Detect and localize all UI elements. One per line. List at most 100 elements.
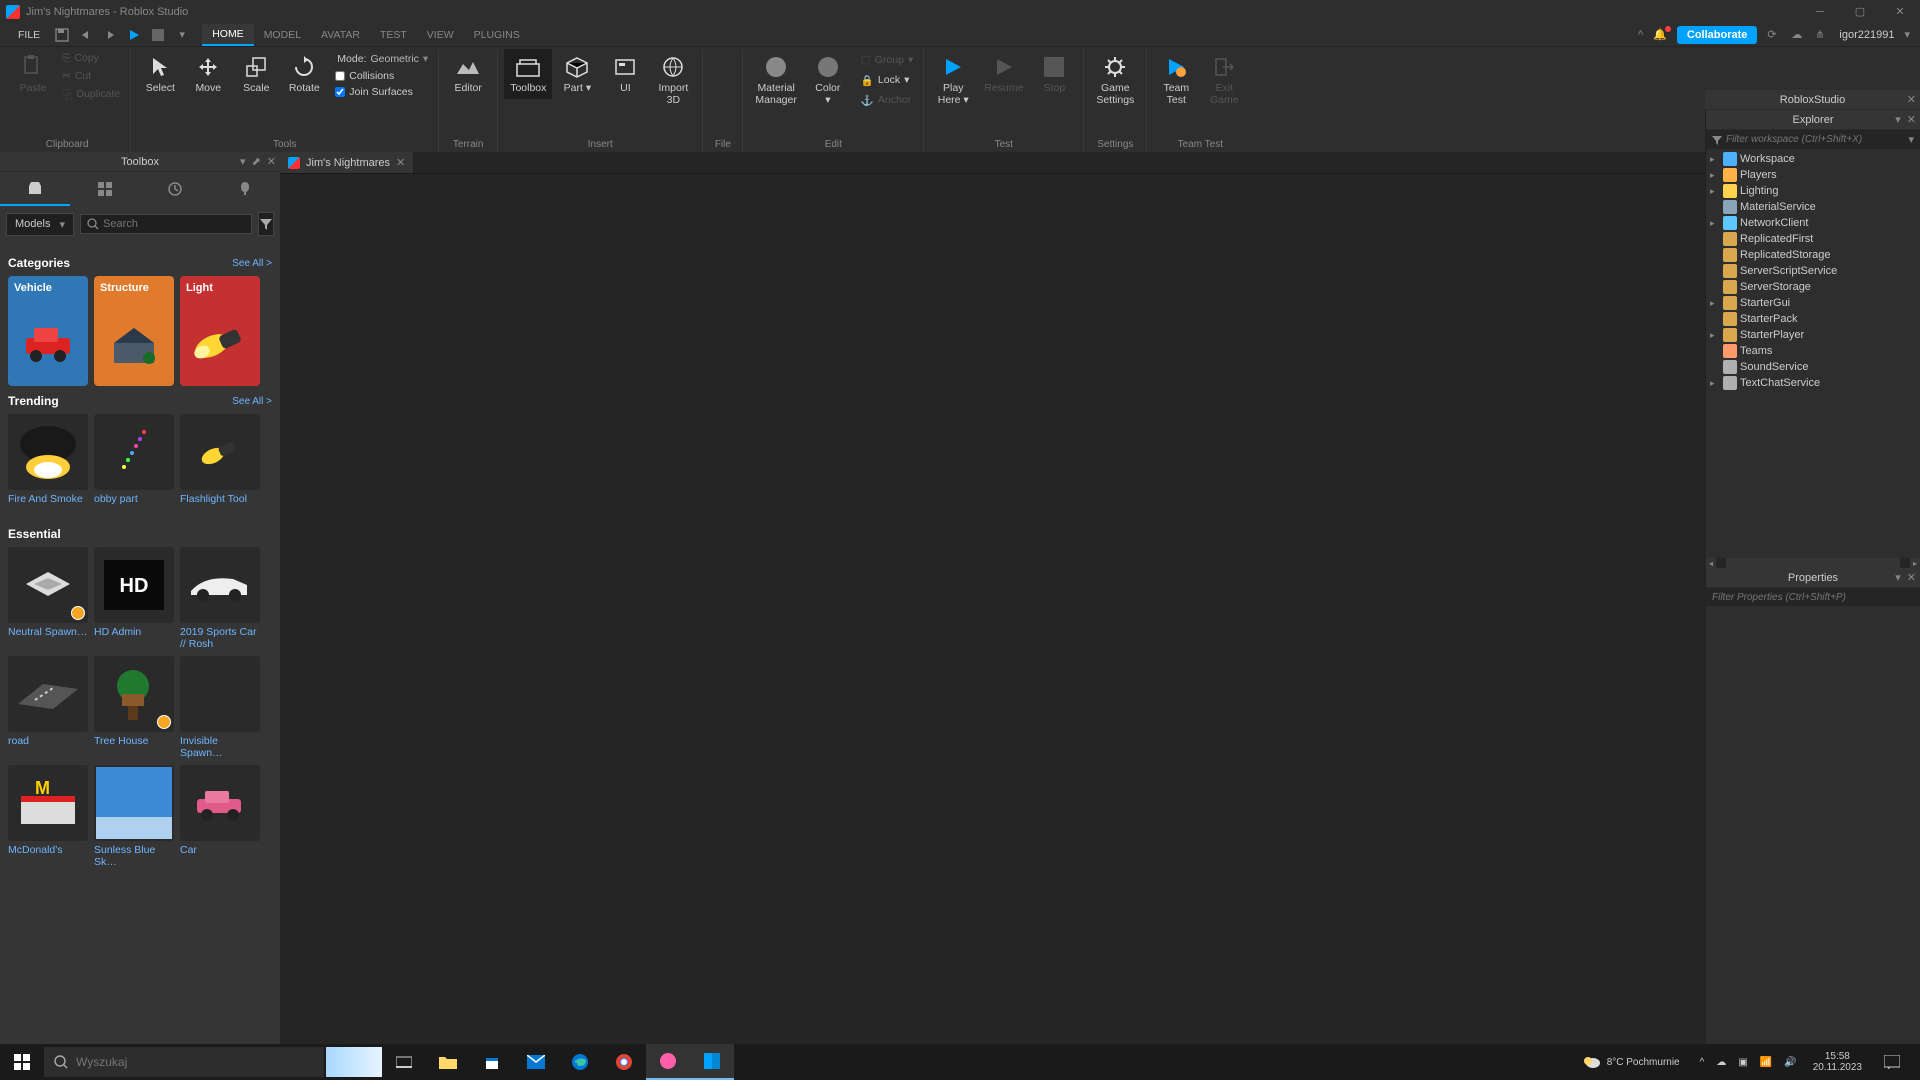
qat-redo-button[interactable]: [102, 27, 118, 43]
stop-button[interactable]: Stop: [1031, 49, 1077, 99]
explorer-tree[interactable]: ▸Workspace▸Players▸LightingMaterialServi…: [1706, 149, 1920, 558]
ribbon-collapse-icon[interactable]: ^: [1638, 29, 1643, 41]
doc-close-icon[interactable]: ✕: [396, 156, 405, 169]
username-label[interactable]: igor221991: [1839, 29, 1894, 41]
color-button[interactable]: Color▾: [805, 49, 851, 110]
asset-card[interactable]: road: [8, 656, 88, 759]
toolbox-tab-inventory[interactable]: [70, 172, 140, 206]
team-test-button[interactable]: Team Test: [1153, 49, 1199, 110]
panel-dropdown-icon[interactable]: ▾: [1895, 571, 1901, 584]
panel-dropdown-icon[interactable]: ▾: [1895, 113, 1901, 126]
filter-dropdown-icon[interactable]: ▾: [1908, 133, 1914, 146]
resume-button[interactable]: Resume: [978, 49, 1029, 99]
taskbar-roblox-studio[interactable]: [690, 1044, 734, 1080]
exit-game-button[interactable]: Exit Game: [1201, 49, 1247, 110]
asset-card[interactable]: Fire And Smoke: [8, 414, 88, 505]
document-tab[interactable]: Jim's Nightmares ✕: [280, 152, 414, 173]
join-surfaces-checkbox[interactable]: Join Surfaces: [333, 85, 432, 99]
toolbox-search-input[interactable]: [103, 218, 245, 230]
qat-stop-button[interactable]: [150, 27, 166, 43]
user-dropdown-icon[interactable]: ▾: [1904, 28, 1910, 41]
asset-card[interactable]: Flashlight Tool: [180, 414, 260, 505]
trending-seeall[interactable]: See All >: [232, 396, 272, 407]
taskbar-search[interactable]: [44, 1047, 324, 1077]
tree-node[interactable]: ServerScriptService: [1706, 263, 1920, 279]
properties-filter-input[interactable]: [1712, 592, 1914, 603]
taskbar-app-1[interactable]: [646, 1044, 690, 1080]
maximize-button[interactable]: ▢: [1840, 0, 1880, 23]
rotate-button[interactable]: Rotate: [281, 49, 327, 99]
qat-undo-button[interactable]: [78, 27, 94, 43]
taskbar-store[interactable]: [470, 1044, 514, 1080]
cut-button[interactable]: ✂Cut: [58, 67, 124, 85]
ui-button[interactable]: UI: [602, 49, 648, 99]
close-button[interactable]: ✕: [1880, 0, 1920, 23]
asset-card[interactable]: obby part: [94, 414, 174, 505]
minimize-button[interactable]: ─: [1800, 0, 1840, 23]
tree-node[interactable]: ▸NetworkClient: [1706, 215, 1920, 231]
import-3d-button[interactable]: Import 3D: [650, 49, 696, 110]
panel-dropdown-icon[interactable]: ▾: [240, 155, 246, 168]
tab-home[interactable]: HOME: [202, 24, 254, 46]
tab-test[interactable]: TEST: [370, 25, 417, 45]
start-button[interactable]: [0, 1044, 44, 1080]
material-manager-button[interactable]: Material Manager: [749, 49, 802, 110]
qat-play-button[interactable]: [126, 27, 142, 43]
tree-node[interactable]: ▸TextChatService: [1706, 375, 1920, 391]
part-button[interactable]: Part ▾: [554, 49, 600, 99]
copy-button[interactable]: ⎘Copy: [58, 49, 124, 67]
tree-node[interactable]: SoundService: [1706, 359, 1920, 375]
tab-view[interactable]: VIEW: [417, 25, 464, 45]
taskbar-weather[interactable]: 8°C Pochmurnie: [1573, 1055, 1690, 1069]
toolbox-tab-creations[interactable]: [210, 172, 280, 206]
panel-close-icon[interactable]: ✕: [267, 155, 276, 168]
explorer-filter[interactable]: ▾: [1706, 130, 1920, 149]
category-card[interactable]: Vehicle: [8, 276, 88, 386]
select-button[interactable]: Select: [137, 49, 183, 99]
qat-dropdown[interactable]: ▾: [174, 27, 190, 43]
tree-node[interactable]: ▸StarterGui: [1706, 295, 1920, 311]
collisions-checkbox[interactable]: Collisions: [333, 69, 432, 83]
tray-volume-icon[interactable]: 🔊: [1784, 1057, 1796, 1068]
qat-save-button[interactable]: [54, 27, 70, 43]
move-button[interactable]: Move: [185, 49, 231, 99]
tree-node[interactable]: ▸Workspace: [1706, 151, 1920, 167]
taskbar-chrome[interactable]: [602, 1044, 646, 1080]
group-button[interactable]: ⬚Group ▾: [857, 51, 917, 69]
tree-node[interactable]: ReplicatedFirst: [1706, 231, 1920, 247]
taskbar-edge[interactable]: [558, 1044, 602, 1080]
notifications-icon[interactable]: 🔔: [1653, 28, 1667, 41]
tree-node[interactable]: ReplicatedStorage: [1706, 247, 1920, 263]
game-settings-button[interactable]: Game Settings: [1090, 49, 1140, 110]
categories-seeall[interactable]: See All >: [232, 258, 272, 269]
tree-node[interactable]: ▸Players: [1706, 167, 1920, 183]
category-card[interactable]: Light: [180, 276, 260, 386]
properties-filter[interactable]: [1706, 588, 1920, 606]
menu-file[interactable]: FILE: [8, 25, 50, 45]
anchor-button[interactable]: ⚓Anchor: [857, 91, 917, 109]
toolbox-search-box[interactable]: [80, 214, 252, 234]
tab-avatar[interactable]: AVATAR: [311, 25, 370, 45]
asset-card[interactable]: Car: [180, 765, 260, 868]
duplicate-button[interactable]: ⿻Duplicate: [58, 85, 124, 103]
updates-icon[interactable]: ⟳: [1767, 28, 1781, 42]
toolbox-button[interactable]: Toolbox: [504, 49, 552, 99]
explorer-filter-input[interactable]: [1726, 134, 1904, 145]
lock-button[interactable]: 🔒Lock ▾: [857, 71, 917, 89]
asset-card[interactable]: Sunless Blue Sk…: [94, 765, 174, 868]
tray-wifi-icon[interactable]: 📶: [1760, 1057, 1772, 1068]
cloud-icon[interactable]: ☁: [1791, 28, 1805, 42]
panel-popout-icon[interactable]: ⬈: [252, 155, 261, 168]
collaborate-button[interactable]: Collaborate: [1677, 26, 1758, 44]
play-here-button[interactable]: Play Here ▾: [930, 49, 976, 110]
taskbar-search-input[interactable]: [76, 1055, 314, 1069]
asset-card[interactable]: HDHD Admin: [94, 547, 174, 650]
asset-card[interactable]: Invisible Spawn…: [180, 656, 260, 759]
asset-card[interactable]: Tree House: [94, 656, 174, 759]
toolbox-tab-recent[interactable]: [140, 172, 210, 206]
explorer-h-scrollbar[interactable]: ◂▸: [1706, 558, 1920, 568]
panel-close-icon[interactable]: ✕: [1907, 113, 1916, 126]
panel-close-icon[interactable]: ✕: [1907, 571, 1916, 584]
share-icon[interactable]: ⋔: [1815, 28, 1829, 42]
paste-button[interactable]: Paste: [10, 49, 56, 99]
